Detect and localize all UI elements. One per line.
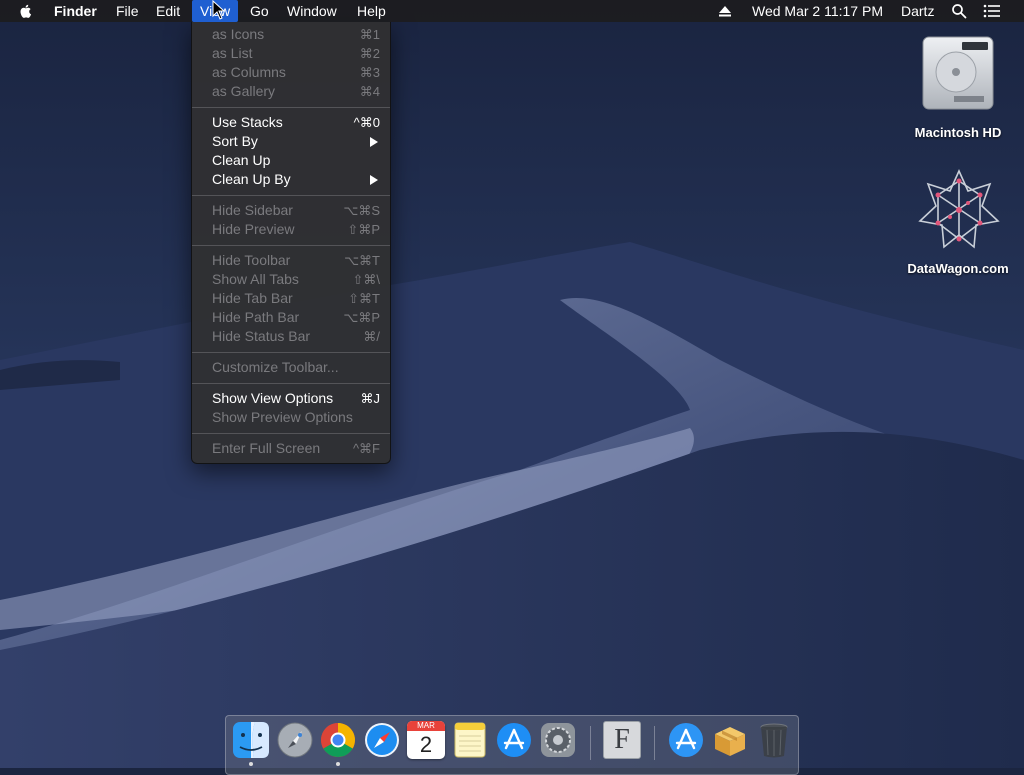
running-indicator — [336, 762, 340, 766]
menu-edit[interactable]: Edit — [148, 0, 188, 22]
menu-separator — [192, 352, 390, 353]
menu-item-clean-up[interactable]: Clean Up — [192, 151, 390, 170]
menu-item-hide-path-bar[interactable]: Hide Path Bar ⌥⌘P — [192, 308, 390, 327]
font-book-icon[interactable]: F — [603, 721, 641, 759]
menu-clock[interactable]: Wed Mar 2 11:17 PM — [752, 0, 883, 22]
notification-center-icon[interactable] — [983, 4, 1001, 18]
menu-file[interactable]: File — [108, 0, 147, 22]
menu-separator — [192, 433, 390, 434]
network-star-icon — [918, 169, 1000, 249]
apple-menu-icon[interactable] — [18, 3, 34, 19]
mouse-cursor-icon — [212, 0, 226, 20]
menu-item-hide-tab-bar[interactable]: Hide Tab Bar ⇧⌘T — [192, 289, 390, 308]
menu-bar: Finder File Edit View Go Window Help Wed… — [0, 0, 1024, 22]
calendar-month: MAR — [407, 721, 445, 731]
running-indicator — [249, 762, 253, 766]
menu-go[interactable]: Go — [242, 0, 277, 22]
menu-separator — [192, 107, 390, 108]
submenu-arrow-icon — [370, 175, 378, 185]
menu-window[interactable]: Window — [279, 0, 345, 22]
menu-item-hide-toolbar[interactable]: Hide Toolbar ⌥⌘T — [192, 251, 390, 270]
menu-separator — [192, 195, 390, 196]
menu-separator — [192, 383, 390, 384]
spotlight-search-icon[interactable] — [951, 3, 967, 19]
menu-item-show-view-options[interactable]: Show View Options ⌘J — [192, 389, 390, 408]
menu-item-show-preview-options[interactable]: Show Preview Options — [192, 408, 390, 427]
archive-utility-icon[interactable] — [711, 721, 749, 759]
menu-item-hide-status-bar[interactable]: Hide Status Bar ⌘/ — [192, 327, 390, 346]
menu-item-enter-full-screen[interactable]: Enter Full Screen ^⌘F — [192, 439, 390, 458]
chrome-icon[interactable] — [319, 721, 357, 759]
menu-item-customize-toolbar[interactable]: Customize Toolbar... — [192, 358, 390, 377]
menu-help[interactable]: Help — [349, 0, 394, 22]
safari-icon[interactable] — [363, 721, 401, 759]
desktop-icon-datawagon[interactable]: DataWagon.com — [898, 165, 1018, 280]
finder-icon[interactable] — [232, 721, 270, 759]
dock-separator — [654, 726, 655, 760]
menu-item-as-list[interactable]: as List ⌘2 — [192, 44, 390, 63]
view-menu-dropdown: as Icons ⌘1 as List ⌘2 as Columns ⌘3 as Gal… — [191, 22, 391, 464]
menu-item-as-columns[interactable]: as Columns ⌘3 — [192, 63, 390, 82]
menu-item-as-gallery[interactable]: as Gallery ⌘4 — [192, 82, 390, 101]
trash-icon[interactable] — [755, 721, 793, 759]
menu-item-hide-preview[interactable]: Hide Preview ⇧⌘P — [192, 220, 390, 239]
hard-drive-icon — [922, 36, 994, 110]
dock: MAR 2 F — [225, 715, 799, 775]
applications-folder-icon[interactable] — [667, 721, 705, 759]
dock-separator — [590, 726, 591, 760]
system-preferences-icon[interactable] — [539, 721, 577, 759]
menu-item-clean-up-by[interactable]: Clean Up By — [192, 170, 390, 189]
eject-icon[interactable] — [718, 4, 732, 18]
submenu-arrow-icon — [370, 137, 378, 147]
desktop-icon-macintosh-hd[interactable]: Macintosh HD — [898, 32, 1018, 144]
calendar-day: 2 — [419, 732, 433, 757]
menu-finder[interactable]: Finder — [46, 0, 105, 22]
menu-item-show-all-tabs[interactable]: Show All Tabs ⇧⌘\ — [192, 270, 390, 289]
menu-item-hide-sidebar[interactable]: Hide Sidebar ⌥⌘S — [192, 201, 390, 220]
desktop-icon-label: Macintosh HD — [914, 125, 1002, 140]
menu-separator — [192, 245, 390, 246]
launchpad-icon[interactable] — [276, 721, 314, 759]
menu-item-as-icons[interactable]: as Icons ⌘1 — [192, 25, 390, 44]
calendar-icon[interactable]: MAR 2 — [407, 721, 445, 759]
menu-item-use-stacks[interactable]: Use Stacks ^⌘0 — [192, 113, 390, 132]
app-store-icon[interactable] — [495, 721, 533, 759]
notes-icon[interactable] — [451, 721, 489, 759]
desktop-icon-label: DataWagon.com — [907, 261, 1009, 276]
menu-user[interactable]: Dartz — [901, 0, 934, 22]
desktop-wallpaper — [0, 0, 1024, 768]
menu-item-sort-by[interactable]: Sort By — [192, 132, 390, 151]
